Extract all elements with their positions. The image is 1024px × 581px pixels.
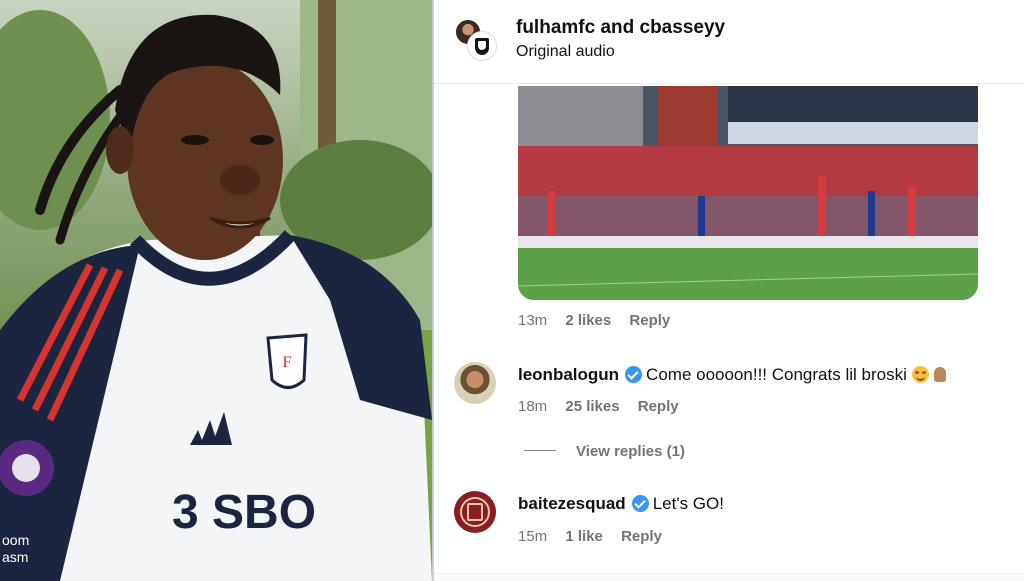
star-struck-emoji-icon <box>911 366 929 383</box>
comment-time: 15m <box>518 528 548 545</box>
post-header: fulhamfc and cbasseyy Original audio <box>434 0 1024 84</box>
comment-username[interactable]: baitezesquad <box>518 494 626 513</box>
view-replies-button[interactable]: View replies (1) <box>524 443 685 460</box>
panel-bottom-edge <box>434 573 1024 581</box>
comment-text: Let's GO! <box>652 494 724 513</box>
baitez-logo-icon <box>460 497 490 527</box>
audio-label[interactable]: Original audio <box>516 43 615 61</box>
fulham-crest-icon <box>475 37 489 55</box>
comment-likes[interactable]: 25 likes <box>565 398 619 415</box>
comment-video-thumbnail[interactable] <box>518 86 978 300</box>
verified-badge-icon <box>631 495 649 512</box>
view-replies-label[interactable]: View replies (1) <box>576 443 685 460</box>
baitezesquad-avatar[interactable] <box>454 491 496 533</box>
player-illustration: F 3 SBO oom asm <box>0 0 432 581</box>
reply-button[interactable]: Reply <box>638 398 679 415</box>
folded-hands-emoji-icon <box>931 366 949 383</box>
player-photo: F 3 SBO oom asm <box>0 0 432 581</box>
collab-avatars[interactable] <box>454 18 498 62</box>
comment-likes[interactable]: 2 likes <box>565 312 611 329</box>
reply-button[interactable]: Reply <box>621 528 662 545</box>
instagram-comments-panel: fulhamfc and cbasseyy Original audio 13m… <box>434 0 1024 581</box>
reply-button[interactable]: Reply <box>629 312 670 329</box>
svg-text:oom: oom <box>2 532 29 548</box>
fulhamfc-avatar[interactable] <box>468 32 496 60</box>
post-authors[interactable]: fulhamfc and cbasseyy <box>516 17 725 39</box>
svg-text:asm: asm <box>2 549 28 565</box>
shirt-sponsor-text: 3 SBO <box>172 486 316 539</box>
comment-likes[interactable]: 1 like <box>565 528 603 545</box>
comment-time: 13m <box>518 312 548 329</box>
leonbalogun-avatar[interactable] <box>454 362 496 404</box>
replies-divider <box>524 450 556 451</box>
comment-baitezesquad: baitezesquad Let's GO! <box>518 494 724 514</box>
comment-meta-leonbalogun: 18m 25 likes Reply <box>518 398 693 415</box>
comment-text: Come ooooon!!! Congrats lil broski <box>646 365 907 384</box>
video-comment-meta: 13m 2 likes Reply <box>518 312 684 329</box>
comment-leonbalogun: leonbalogun Come ooooon!!! Congrats lil b… <box>518 365 949 385</box>
comment-username[interactable]: leonbalogun <box>518 365 619 384</box>
svg-text:F: F <box>283 354 292 371</box>
comment-meta-baitezesquad: 15m 1 like Reply <box>518 528 676 545</box>
comment-time: 18m <box>518 398 548 415</box>
stadium-scene <box>518 86 978 300</box>
verified-badge-icon <box>625 366 643 383</box>
